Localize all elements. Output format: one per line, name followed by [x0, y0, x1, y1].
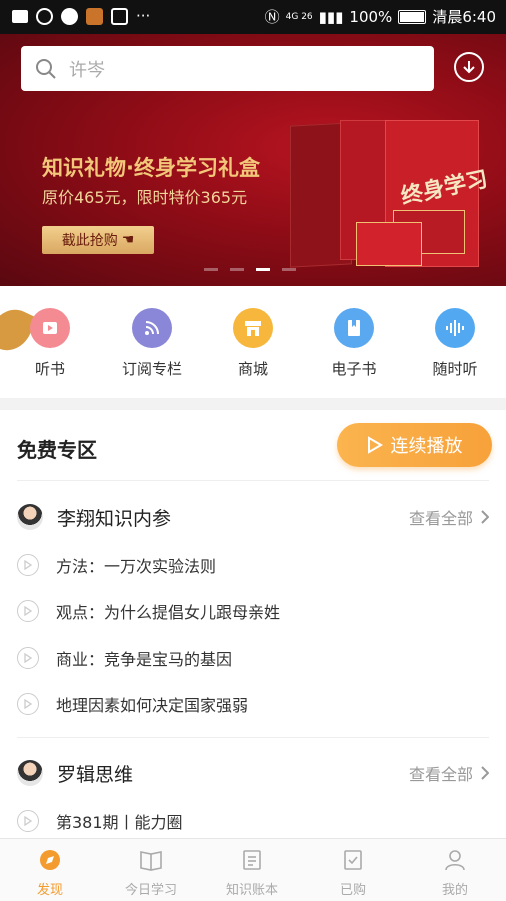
tab-discover[interactable]: 发现 [5, 847, 95, 898]
episode-item[interactable]: 方法：一万次实验法则 [17, 550, 489, 580]
episode-title: 地理因素如何决定国家强弱 [56, 696, 249, 715]
buy-now-label: 截此抢购 [61, 233, 118, 249]
search-icon [36, 58, 56, 79]
tab-label: 知识账本 [225, 883, 278, 898]
quick-nav-label: 电子书 [331, 360, 377, 378]
network-label: 4G 26 [285, 11, 313, 22]
continuous-play-button[interactable]: 连续播放 [337, 423, 492, 467]
quick-nav-audiobook[interactable]: 听书 [10, 308, 90, 379]
tab-label: 我的 [441, 883, 468, 898]
tab-today[interactable]: 今日学习 [106, 847, 196, 898]
column-header[interactable]: 罗辑思维 查看全部 [17, 753, 489, 793]
see-all-link[interactable]: 查看全部 [409, 761, 489, 785]
play-video-icon [30, 308, 70, 348]
play-circle-icon[interactable] [17, 647, 39, 669]
quick-nav-label: 订阅专栏 [121, 360, 182, 378]
see-all-label: 查看全部 [408, 765, 473, 784]
download-icon [463, 61, 475, 74]
quick-nav-label: 随时听 [432, 360, 478, 378]
ebook-icon [334, 308, 374, 348]
divider [17, 480, 489, 481]
app-badge-icon [86, 7, 103, 25]
store-icon [233, 308, 273, 348]
banner-title: 知识礼物·终身学习礼盒 [42, 156, 260, 180]
avatar [17, 760, 43, 786]
more-icon: ··· [136, 7, 151, 25]
clock: 清晨6:40 [432, 8, 496, 26]
buy-now-button[interactable]: 截此抢购 ☚ [42, 226, 154, 254]
tab-label: 发现 [36, 883, 63, 898]
tab-label: 今日学习 [124, 883, 177, 898]
carousel-dot [230, 268, 244, 271]
tab-purchased[interactable]: 已购 [308, 847, 398, 898]
purchased-icon [308, 847, 398, 873]
search-placeholder: 许岑 [69, 59, 105, 81]
play-icon [367, 436, 383, 454]
quick-nav-listen[interactable]: 随时听 [415, 308, 495, 379]
signal-icon: ▮▮▮ [318, 7, 344, 26]
carousel-indicator [204, 268, 296, 271]
status-indicators: Ⓝ 4G 26 ▮▮▮ 100% 清晨6:40 [265, 6, 496, 27]
free-zone: 免费专区 连续播放 李翔知识内参 查看全部 方法：一万次实验法则 观点：为什么提… [0, 410, 506, 838]
play-circle-icon[interactable] [17, 810, 39, 832]
audio-wave-icon [435, 308, 475, 348]
episode-item[interactable]: 商业：竞争是宝马的基因 [17, 643, 489, 673]
book-open-icon [106, 847, 196, 873]
app-icon [111, 7, 128, 25]
rss-icon [132, 308, 172, 348]
search-bar[interactable]: 许岑 [21, 46, 434, 91]
carousel-dot [282, 268, 296, 271]
quick-nav: 听书 订阅专栏 商城 电子书 随时听 [0, 286, 506, 398]
status-bar: ··· Ⓝ 4G 26 ▮▮▮ 100% 清晨6:40 [0, 0, 506, 34]
banner-subtitle: 原价465元，限时特价365元 [42, 188, 248, 207]
see-all-link[interactable]: 查看全部 [409, 505, 489, 529]
profile-icon [410, 847, 500, 873]
episode-title: 商业：竞争是宝马的基因 [56, 650, 233, 669]
tab-label: 已购 [339, 883, 366, 898]
episode-title: 观点：为什么提倡女儿跟母亲姓 [56, 603, 281, 622]
see-all-label: 查看全部 [408, 509, 473, 528]
download-button[interactable] [454, 52, 484, 82]
quick-nav-store[interactable]: 商城 [213, 308, 293, 379]
play-circle-icon[interactable] [17, 554, 39, 576]
app-notification-icon [36, 7, 53, 25]
episode-item[interactable]: 观点：为什么提倡女儿跟母亲姓 [17, 596, 489, 626]
bottom-tab-bar: 发现 今日学习 知识账本 已购 我的 [0, 838, 506, 901]
promo-banner[interactable]: 许岑 终身学习 知识礼物·终身学习礼盒 原价465元，限时特价365元 截此抢购… [0, 34, 506, 286]
briefcase-icon [12, 9, 28, 23]
column-header[interactable]: 李翔知识内参 查看全部 [17, 497, 489, 537]
episode-title: 方法：一万次实验法则 [56, 557, 217, 576]
continuous-play-label: 连续播放 [390, 436, 463, 457]
tab-ledger[interactable]: 知识账本 [207, 847, 297, 898]
episode-title: 第381期丨能力圈 [56, 813, 183, 832]
episode-item[interactable]: 地理因素如何决定国家强弱 [17, 689, 489, 719]
nfc-icon: Ⓝ [264, 8, 280, 26]
divider [17, 737, 489, 738]
quick-nav-label: 商城 [237, 360, 268, 378]
battery-percent: 100% [349, 7, 393, 26]
avatar [17, 504, 43, 530]
column-title: 李翔知识内参 [57, 507, 172, 530]
compass-icon [5, 847, 95, 873]
play-circle-icon[interactable] [17, 600, 39, 622]
chevron-right-icon [481, 510, 489, 524]
play-circle-icon[interactable] [17, 693, 39, 715]
column-title: 罗辑思维 [57, 763, 134, 786]
quick-nav-subscription[interactable]: 订阅专栏 [112, 308, 192, 379]
quick-nav-ebook[interactable]: 电子书 [314, 308, 394, 379]
carousel-dot-active [256, 268, 270, 271]
message-icon [61, 7, 78, 25]
carousel-dot [204, 268, 218, 271]
chevron-right-icon [481, 766, 489, 780]
tab-profile[interactable]: 我的 [410, 847, 500, 898]
section-divider [0, 398, 506, 410]
gift-card-image [356, 222, 422, 266]
free-zone-title: 免费专区 [17, 438, 97, 462]
notification-icons: ··· [12, 7, 150, 25]
quick-nav-label: 听书 [34, 360, 65, 378]
episode-item[interactable]: 第381期丨能力圈 [17, 806, 489, 836]
ledger-icon [207, 847, 297, 873]
hand-pointer-icon: ☚ [121, 232, 135, 248]
battery-icon [398, 9, 427, 24]
